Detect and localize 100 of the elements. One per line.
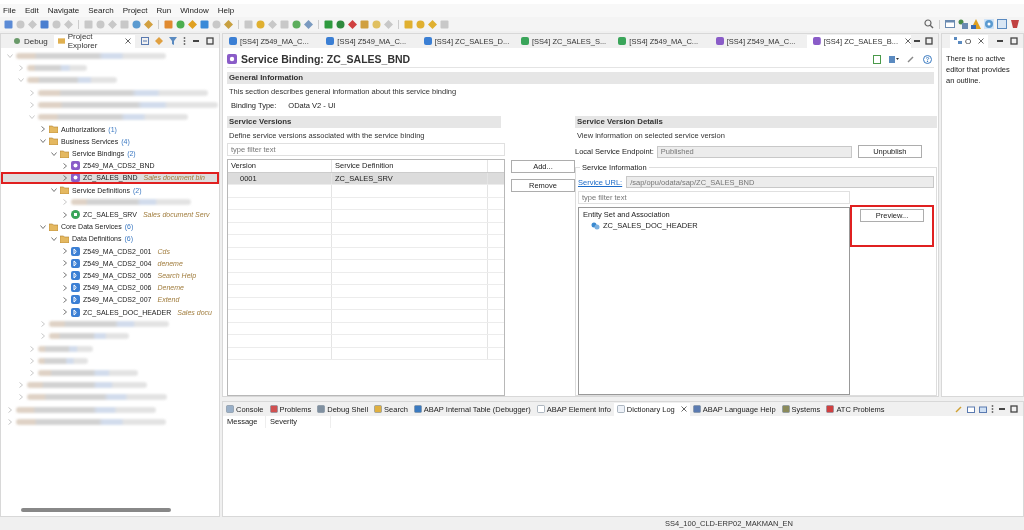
view-icon xyxy=(536,405,545,413)
ddl-icon xyxy=(71,270,80,280)
more-icon[interactable] xyxy=(183,37,186,45)
maximize-icon[interactable] xyxy=(206,37,214,45)
square-icon[interactable] xyxy=(200,19,209,29)
maximize-icon[interactable] xyxy=(1010,37,1018,45)
collapsed-chevron-icon[interactable] xyxy=(62,309,68,316)
expanded-chevron-icon[interactable] xyxy=(40,223,46,230)
close-icon[interactable] xyxy=(978,38,985,44)
expanded-chevron-icon[interactable] xyxy=(51,150,57,157)
collapsed-chevron-icon[interactable] xyxy=(62,174,68,181)
maximize-icon[interactable] xyxy=(1010,405,1018,413)
view-icon xyxy=(781,405,790,413)
square-icon[interactable] xyxy=(440,19,449,29)
view-tab[interactable]: Project Explorer xyxy=(53,34,135,48)
window-icon[interactable] xyxy=(945,19,955,29)
perspective-icon[interactable] xyxy=(984,19,994,29)
search-icon[interactable] xyxy=(924,19,934,29)
menu-item[interactable]: Run xyxy=(156,6,172,15)
circle-icon[interactable] xyxy=(256,19,265,29)
collapsed-chevron-icon[interactable] xyxy=(62,296,68,303)
circle-icon[interactable] xyxy=(132,19,141,29)
perspective-icon[interactable] xyxy=(971,19,981,29)
ddl-icon xyxy=(229,37,237,45)
perspective-icon[interactable] xyxy=(958,19,968,29)
menu-item[interactable]: Window xyxy=(180,6,209,15)
document-icon[interactable] xyxy=(873,54,881,64)
collapsed-chevron-icon[interactable] xyxy=(62,162,68,169)
menu-item[interactable]: Help xyxy=(217,6,235,15)
collapsed-chevron-icon[interactable] xyxy=(62,248,68,255)
square-icon[interactable] xyxy=(244,19,253,29)
square-icon[interactable] xyxy=(4,19,13,29)
menu-item[interactable]: Edit xyxy=(24,6,39,15)
menu-item[interactable]: File xyxy=(3,6,16,15)
square-icon[interactable] xyxy=(280,19,289,29)
square-icon[interactable] xyxy=(164,19,173,29)
menu-item[interactable]: Project xyxy=(122,6,148,15)
ddl-icon xyxy=(71,307,80,317)
view-icon xyxy=(317,405,326,413)
view-tab[interactable]: Debug xyxy=(9,34,52,48)
expanded-chevron-icon[interactable] xyxy=(40,138,46,145)
diamond-icon[interactable] xyxy=(428,19,437,29)
diamond-icon[interactable] xyxy=(304,19,313,29)
help-icon[interactable] xyxy=(923,54,932,64)
filter-icon[interactable] xyxy=(169,37,177,45)
binding-icon xyxy=(71,161,80,171)
folder-icon xyxy=(57,37,65,45)
square-icon[interactable] xyxy=(404,19,413,29)
service-icon xyxy=(521,37,529,45)
export-icon[interactable] xyxy=(967,405,975,413)
expanded-chevron-icon[interactable] xyxy=(51,235,57,242)
view-icon xyxy=(826,405,835,413)
view-icon xyxy=(374,405,383,413)
diamond-icon[interactable] xyxy=(348,19,357,29)
service-icon xyxy=(71,210,80,220)
square-icon[interactable] xyxy=(40,19,49,29)
circle-icon[interactable] xyxy=(292,19,301,29)
dropdown-icon[interactable] xyxy=(889,54,899,64)
minimize-icon[interactable] xyxy=(912,37,921,45)
menu-item[interactable]: Navigate xyxy=(47,6,80,15)
pencil-icon[interactable] xyxy=(907,55,915,63)
more-icon[interactable] xyxy=(991,405,994,413)
circle-icon[interactable] xyxy=(416,19,425,29)
minimize-icon[interactable] xyxy=(998,405,1006,413)
wand-icon[interactable] xyxy=(955,405,963,413)
square-icon[interactable] xyxy=(120,19,129,29)
maximize-icon[interactable] xyxy=(924,37,933,45)
scrollbar-thumb[interactable] xyxy=(21,508,171,512)
close-icon[interactable] xyxy=(680,406,687,412)
minimize-icon[interactable] xyxy=(996,37,1004,45)
collapsed-chevron-icon[interactable] xyxy=(62,284,68,291)
collapsed-chevron-icon[interactable] xyxy=(62,272,68,279)
close-icon[interactable] xyxy=(904,38,911,44)
minimize-icon[interactable] xyxy=(192,37,200,45)
expanded-chevron-icon[interactable] xyxy=(51,187,57,194)
circle-icon[interactable] xyxy=(336,19,345,29)
collapsed-chevron-icon[interactable] xyxy=(40,126,46,133)
outline-tab[interactable]: O xyxy=(950,34,989,48)
square-icon[interactable] xyxy=(324,19,333,29)
binding-icon xyxy=(71,173,80,183)
link-icon[interactable] xyxy=(155,37,163,45)
view-icon xyxy=(226,405,234,413)
ddl-icon xyxy=(71,258,80,268)
blurred-text xyxy=(27,65,87,72)
ddl-icon xyxy=(71,295,80,305)
square-icon[interactable] xyxy=(360,19,369,29)
collapsed-chevron-icon[interactable] xyxy=(62,211,68,218)
import-icon[interactable] xyxy=(979,405,987,413)
editor-title: Service Binding: ZC_SALES_BND xyxy=(241,53,411,65)
circle-icon[interactable] xyxy=(176,19,185,29)
diamond-icon[interactable] xyxy=(224,19,233,29)
collapse-all-icon[interactable] xyxy=(141,37,149,45)
close-icon[interactable] xyxy=(125,38,131,44)
diamond-icon[interactable] xyxy=(188,19,197,29)
menu-item[interactable]: Search xyxy=(88,6,114,15)
circle-icon[interactable] xyxy=(372,19,381,29)
collapsed-chevron-icon[interactable] xyxy=(62,260,68,267)
view-icon xyxy=(692,405,701,413)
diamond-icon[interactable] xyxy=(144,19,153,29)
square-icon[interactable] xyxy=(84,19,93,29)
